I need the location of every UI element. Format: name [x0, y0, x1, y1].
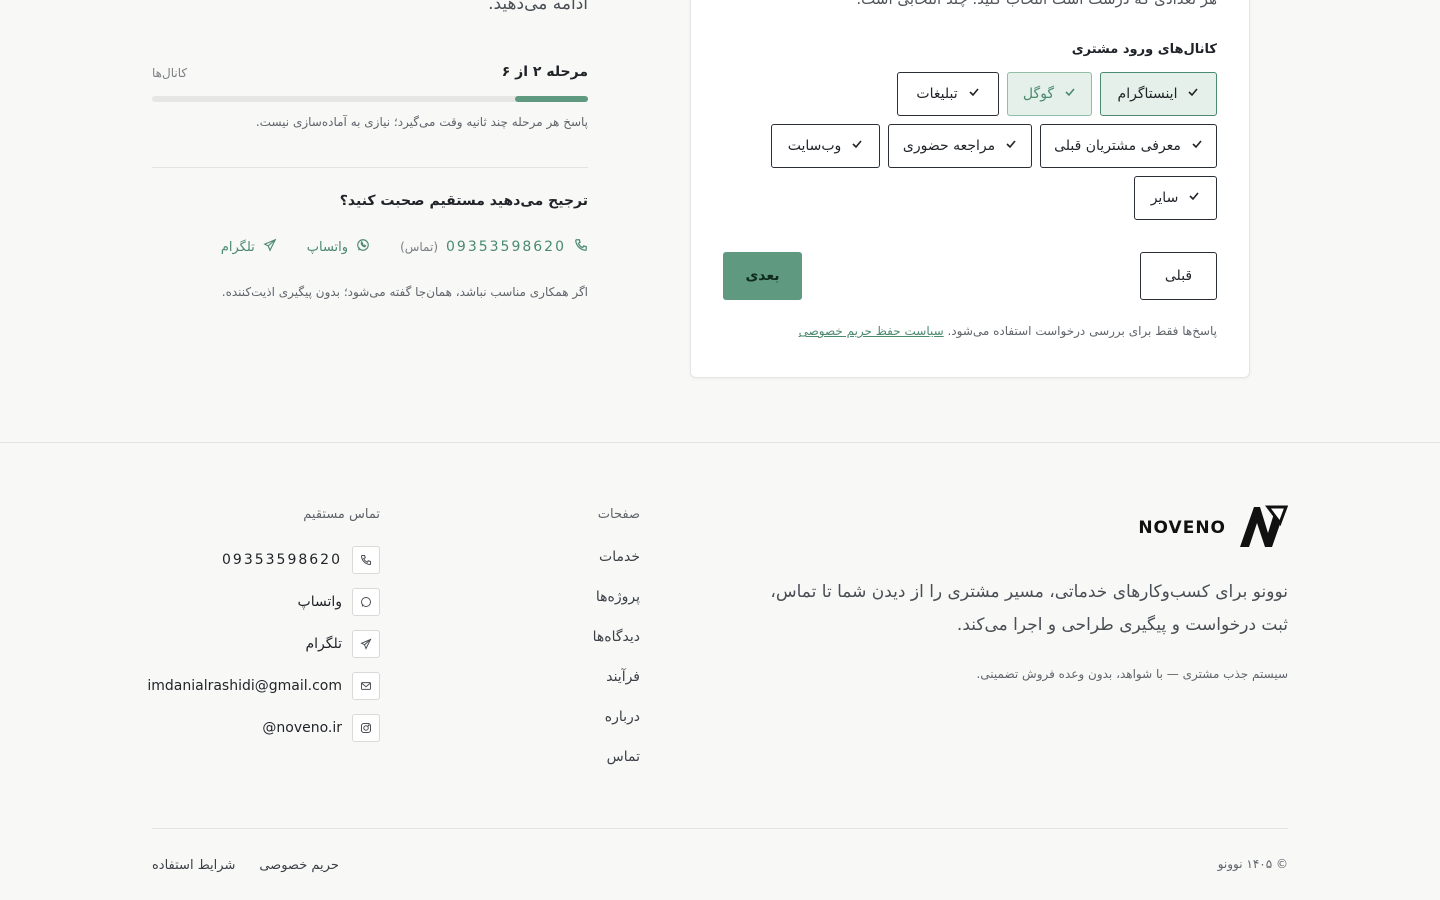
footer-divider: [0, 442, 1440, 443]
progress-fill: [515, 96, 588, 102]
continue-text: ادامه می‌دهید.: [488, 0, 588, 14]
telegram-icon: [352, 630, 380, 658]
form-instruction: هر تعدادی که درست است انتخاب کنید؛ چند ا…: [723, 0, 1217, 8]
chip-google[interactable]: گوگل: [1007, 72, 1092, 116]
chip-label: مراجعه حضوری: [902, 138, 996, 154]
contact-text: تلگرام: [305, 636, 342, 652]
footer-bottom-divider: [152, 828, 1288, 829]
footer-description: نوونو برای کسب‌وکارهای خدماتی، مسیر مشتر…: [770, 582, 1288, 635]
chip-label: تبلیغات: [916, 86, 958, 102]
direct-telegram-link[interactable]: تلگرام: [221, 240, 255, 255]
chip-label: سایر: [1150, 190, 1179, 206]
phone-icon: [574, 238, 588, 256]
whatsapp-icon: [356, 238, 370, 256]
contact-text: noveno.ir@: [262, 720, 342, 736]
step-indicator: مرحله ۲ از ۶: [501, 64, 588, 80]
footer-contact-telegram[interactable]: تلگرام: [140, 630, 380, 658]
privacy-policy-link[interactable]: سیاست حفظ حریم خصوصی: [799, 324, 944, 338]
chip-website[interactable]: وب‌سایت: [771, 124, 880, 168]
chip-walk-in[interactable]: مراجعه حضوری: [888, 124, 1032, 168]
instagram-icon: [352, 714, 380, 742]
logo-mark-icon: [1238, 503, 1289, 553]
footer-contact-whatsapp[interactable]: واتساپ: [140, 588, 380, 616]
contact-text: 09353598620: [222, 552, 342, 568]
contact-title: تماس مستقیم: [303, 507, 380, 522]
contact-text: imdanialrashidi@gmail.com: [147, 678, 342, 694]
privacy-link[interactable]: حریم خصوصی: [259, 858, 339, 873]
telegram-icon: [263, 238, 277, 256]
chip-label: اینستاگرام: [1117, 86, 1178, 102]
chip-label: وب‌سایت: [787, 138, 842, 154]
chip-label: گوگل: [1022, 86, 1055, 102]
channels-label: کانال‌های ورود مشتری: [1071, 42, 1217, 57]
check-icon: [968, 86, 980, 102]
footer-contact-phone[interactable]: 09353598620: [140, 546, 380, 574]
pages-title: صفحات: [597, 507, 640, 522]
direct-whatsapp-link[interactable]: واتساپ: [307, 240, 348, 255]
footer-contact-email[interactable]: imdanialrashidi@gmail.com: [140, 672, 380, 700]
divider: [152, 167, 588, 168]
check-icon: [1064, 86, 1076, 102]
direct-contact-row: 09353598620 (تماس) واتساپ تلگرام: [152, 238, 588, 256]
direct-phone-link[interactable]: 09353598620: [446, 239, 566, 255]
footer-link-projects[interactable]: پروژه‌ها: [520, 589, 640, 605]
check-icon: [1187, 86, 1199, 102]
check-icon: [851, 138, 863, 154]
legal-links: حریم خصوصی شرایط استفاده: [152, 858, 339, 873]
privacy-note-text: پاسخ‌ها فقط برای بررسی درخواست استفاده م…: [947, 324, 1217, 338]
footer-link-process[interactable]: فرآیند: [520, 669, 640, 685]
footer-link-services[interactable]: خدمات: [520, 549, 640, 565]
footer-tagline: سیستم جذب مشتری — با شواهد، بدون وعده فر…: [976, 667, 1288, 681]
step-section-label: کانال‌ها: [152, 66, 188, 80]
check-icon: [1188, 190, 1200, 206]
check-icon: [1191, 138, 1203, 154]
progress-bar: [152, 96, 588, 102]
contact-text: واتساپ: [297, 594, 342, 610]
chip-other[interactable]: سایر: [1134, 176, 1217, 220]
privacy-note: پاسخ‌ها فقط برای بررسی درخواست استفاده م…: [723, 324, 1217, 338]
chip-label: معرفی مشتریان قبلی: [1054, 138, 1181, 154]
brand-name: NOVENO: [1138, 518, 1226, 538]
chip-ads[interactable]: تبلیغات: [897, 72, 999, 116]
phone-hint: (تماس): [400, 240, 439, 254]
whatsapp-icon: [352, 588, 380, 616]
previous-button[interactable]: قبلی: [1140, 252, 1217, 300]
chip-instagram[interactable]: اینستاگرام: [1100, 72, 1217, 116]
footer-contact-instagram[interactable]: noveno.ir@: [140, 714, 380, 742]
chip-referral[interactable]: معرفی مشتریان قبلی: [1040, 124, 1217, 168]
direct-contact-question: ترجیح می‌دهید مستقیم صحبت کنید؟: [339, 193, 588, 209]
brand-logo[interactable]: NOVENO: [1138, 503, 1289, 553]
next-button[interactable]: بعدی: [723, 252, 802, 300]
mail-icon: [352, 672, 380, 700]
no-fit-note: اگر همکاری مناسب نباشد، همان‌جا گفته می‌…: [221, 285, 588, 299]
step-note: پاسخ هر مرحله چند ثانیه وقت می‌گیرد؛ نیا…: [255, 115, 588, 129]
phone-icon: [352, 546, 380, 574]
footer-link-testimonials[interactable]: دیدگاه‌ها: [520, 629, 640, 645]
terms-link[interactable]: شرایط استفاده: [152, 858, 235, 873]
footer-link-about[interactable]: درباره: [520, 709, 640, 725]
footer-link-contact[interactable]: تماس: [520, 749, 640, 765]
copyright: © ۱۴۰۵ نوونو: [1217, 857, 1288, 871]
check-icon: [1005, 138, 1017, 154]
